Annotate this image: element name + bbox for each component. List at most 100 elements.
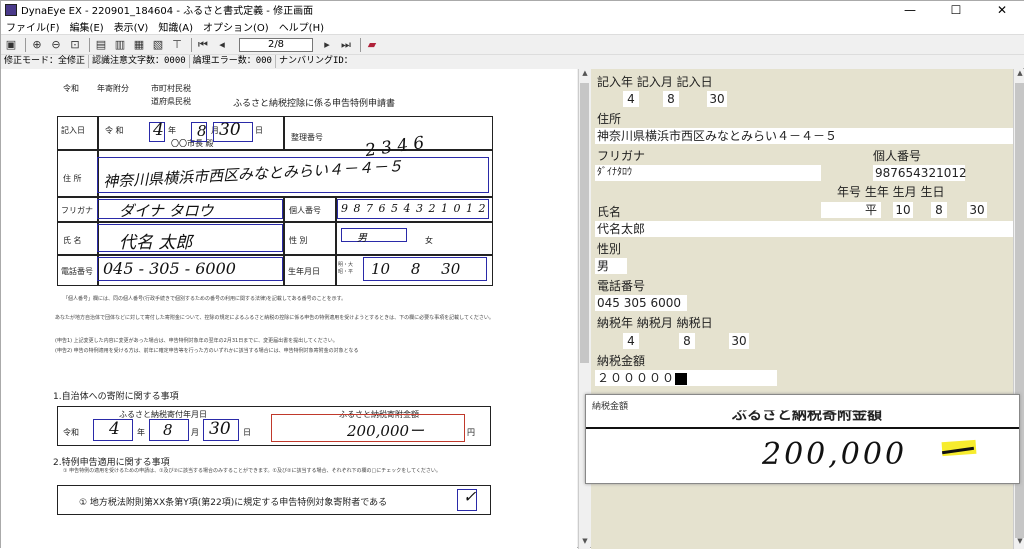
filter-icon[interactable]: ⊤ xyxy=(169,37,185,53)
field-kojin[interactable]: 987654321012 xyxy=(873,165,967,181)
status-mode: 修正モード：全修正 xyxy=(1,55,90,68)
doc-row-line xyxy=(57,221,493,223)
field-kinyu-m[interactable]: 8 xyxy=(663,91,679,107)
document-image[interactable]: 令和 年寄附分 市町村民税 道府県民税 ふるさと納税控除に係る申告特例申請書 記… xyxy=(1,69,577,549)
maximize-button[interactable]: ☐ xyxy=(933,1,979,18)
recognize-icon[interactable]: ▤ xyxy=(93,37,109,53)
field-nozei-y[interactable]: 4 xyxy=(623,333,639,349)
toolbar: ▣ ⊕ ⊖ ⊡ ▤ ▥ ▦ ▧ ⊤ ⏮ ◂ 2/8 ▸ ⏭ ▰ xyxy=(1,35,1024,54)
toolbar-separator xyxy=(89,37,90,52)
field-address[interactable]: 神奈川県横浜市西区みなとみらい４－４－５ xyxy=(595,128,1013,144)
field-birth-m[interactable]: 8 xyxy=(931,202,947,218)
label-kinyu: 記入年 記入月 記入日 xyxy=(597,75,713,89)
doc-col-line xyxy=(283,196,285,286)
field-birth-d[interactable]: 30 xyxy=(967,202,987,218)
doc-en: 円 xyxy=(467,428,475,437)
zoom-caption: 納税金額 xyxy=(592,402,629,412)
book-icon[interactable]: ▰ xyxy=(364,37,380,53)
menu-help[interactable]: ヘルプ(H) xyxy=(274,19,329,34)
field-sex[interactable]: 男 xyxy=(595,258,627,274)
doc-row-line xyxy=(57,254,493,256)
field-name[interactable]: 代名太郎 xyxy=(595,221,1013,237)
menu-knowledge[interactable]: 知識(A) xyxy=(153,19,198,34)
page-indicator[interactable]: 2/8 xyxy=(239,37,313,52)
label-tel: 電話番号 xyxy=(597,279,646,293)
doc-reiwa2: 令 和 xyxy=(105,126,124,135)
title-bar: DynaEye EX - 220901_184604 - ふるさと書式定義 - … xyxy=(1,1,1024,18)
save-icon[interactable]: ▣ xyxy=(3,37,19,53)
doc-kinyubi: 記入日 xyxy=(61,126,85,135)
hw-check: ✓ xyxy=(463,487,477,506)
scroll-down-icon[interactable]: ▼ xyxy=(579,537,591,549)
doc-sec2-note: ① 申告特例の適用を受けるための申請は、①及び②に該当する場合のみすることができ… xyxy=(63,468,441,474)
field-nozei-d[interactable]: 30 xyxy=(729,333,749,349)
doc-row-line xyxy=(57,149,493,151)
doc-dofuken: 道府県民税 xyxy=(151,97,191,106)
label-address: 住所 xyxy=(597,112,622,126)
doc-birth-era: 明・大 昭・平 xyxy=(338,262,354,275)
doc-nenbun: 年寄附分 xyxy=(97,84,129,93)
field-kinyu-y[interactable]: 4 xyxy=(623,91,639,107)
document-scroll-thumb[interactable] xyxy=(580,83,589,363)
prev-page-icon[interactable]: ◂ xyxy=(214,37,230,53)
label-birth-header: 年号 生年 生月 生日 xyxy=(837,185,945,199)
recognize-all-icon[interactable]: ▥ xyxy=(112,37,128,53)
zoom-preview-window: 納税金額 ぶるさと納税寄附金額 200,000 xyxy=(585,394,1020,484)
hw-kana: ダイナ タロウ xyxy=(119,202,214,220)
field-birth-era[interactable]: 平 xyxy=(821,202,881,218)
hw-amount: 200,000ー xyxy=(347,422,425,440)
zoom-out-icon[interactable]: ⊖ xyxy=(48,37,64,53)
close-button[interactable]: ✕ xyxy=(979,1,1024,18)
form-scroll-down-icon[interactable]: ▼ xyxy=(1014,537,1024,549)
label-nozei: 納税年 納税月 納税日 xyxy=(597,316,713,330)
paste-icon[interactable]: ▧ xyxy=(150,37,166,53)
doc-check-1: ① 地方税法附則第XX条第Y項(第22項)に規定する申告特例対象寄附者である xyxy=(79,498,388,508)
doc-col-line xyxy=(283,116,285,149)
scroll-up-icon[interactable]: ▲ xyxy=(579,69,591,81)
menu-edit[interactable]: 編集(E) xyxy=(65,19,109,34)
next-page-icon[interactable]: ▸ xyxy=(319,37,335,53)
app-icon xyxy=(5,3,17,16)
field-nozei-m[interactable]: 8 xyxy=(679,333,695,349)
hw-date-d: 30 xyxy=(219,120,241,140)
doc-shimei: 氏 名 xyxy=(63,236,82,245)
field-kinyu-d[interactable]: 30 xyxy=(707,91,727,107)
doc-seibetsu: 性 別 xyxy=(289,236,308,245)
field-birth-y[interactable]: 10 xyxy=(893,202,913,218)
hw-birth: 10 8 30 xyxy=(371,260,461,278)
ocr-box-sex xyxy=(341,228,407,242)
doc-nichi: 日 xyxy=(255,126,263,135)
menu-bar: ファイル(F) 編集(E) 表示(V) 知識(A) オプション(O) ヘルプ(H… xyxy=(1,18,1024,35)
fit-icon[interactable]: ⊡ xyxy=(67,37,83,53)
menu-file[interactable]: ファイル(F) xyxy=(1,19,65,34)
field-kana[interactable]: ﾀﾞｲﾅﾀﾛｳ xyxy=(595,165,821,181)
hw-nozei-m: 8 xyxy=(163,421,173,439)
label-kana: フリガナ xyxy=(597,149,646,163)
field-amount-value: ２０００００ xyxy=(597,371,676,385)
zoom-in-icon[interactable]: ⊕ xyxy=(29,37,45,53)
doc-onna: 女 xyxy=(425,236,433,245)
field-tel[interactable]: 045 305 6000 xyxy=(595,295,687,311)
app-window: DynaEye EX - 220901_184604 - ふるさと書式定義 - … xyxy=(0,0,1024,549)
menu-options[interactable]: オプション(O) xyxy=(198,19,274,34)
form-scroll-up-icon[interactable]: ▲ xyxy=(1014,69,1024,81)
hw-kojin: 9 8 7 6 5 4 3 2 1 0 1 2 xyxy=(341,202,487,215)
menu-view[interactable]: 表示(V) xyxy=(109,19,154,34)
hw-nozei-d: 30 xyxy=(209,419,231,439)
field-amount[interactable]: ２０００００ xyxy=(595,370,777,386)
minimize-button[interactable]: — xyxy=(887,1,933,18)
first-page-icon[interactable]: ⏮ xyxy=(195,37,211,53)
hw-tel: 045 - 305 - 6000 xyxy=(103,259,236,278)
status-bar: 修正モード：全修正 認識注意文字数：0000 論理エラー数：000 ナンバリング… xyxy=(1,54,1024,68)
doc-nen: 年 xyxy=(168,126,176,135)
doc-denwa: 電話番号 xyxy=(61,267,93,276)
doc-note-3: (申告1) 上記変更した内容に変更があった場合は、申告特例対象年の翌年の2月31… xyxy=(55,338,338,344)
toolbar-separator xyxy=(191,37,192,52)
doc-note-4: (申告2) 申告の特例適用を受ける方は、前年に確定申告等を行った方のいずれかに該… xyxy=(55,348,359,354)
label-amount: 納税金額 xyxy=(597,354,646,368)
toolbar-separator xyxy=(360,37,361,52)
copy-icon[interactable]: ▦ xyxy=(131,37,147,53)
last-page-icon[interactable]: ⏭ xyxy=(338,37,354,53)
doc-sec1-nen: 年 xyxy=(137,428,145,437)
label-name: 氏名 xyxy=(597,205,622,219)
